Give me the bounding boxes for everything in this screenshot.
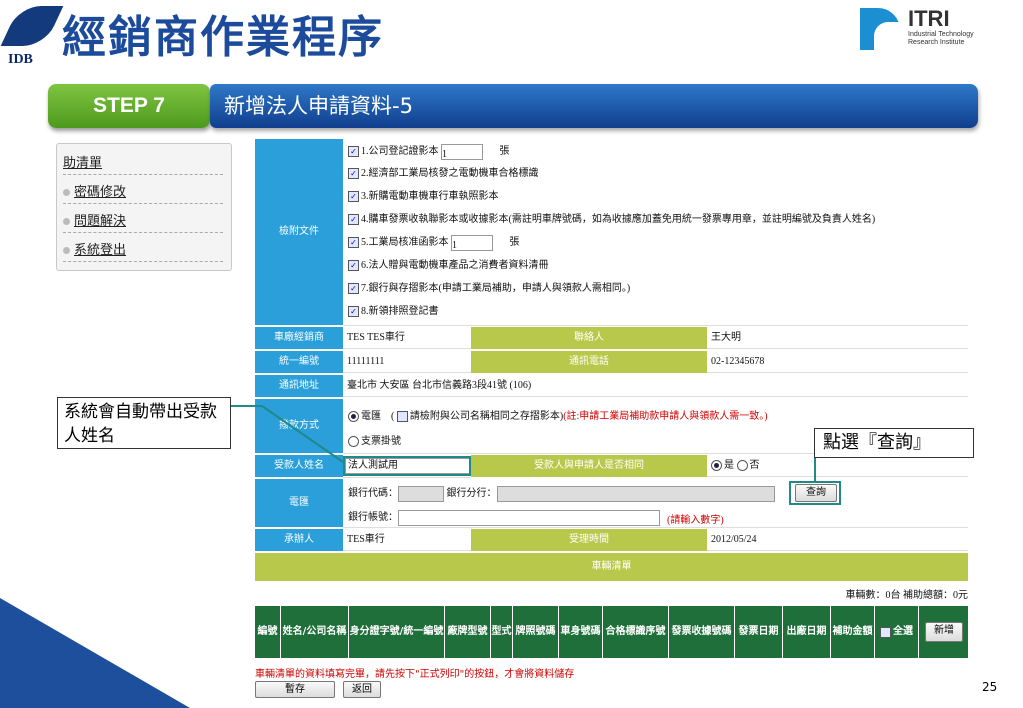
- auto-payee-callout: 系統會自動帶出受款人姓名: [57, 397, 231, 449]
- corner-decoration: [0, 598, 190, 708]
- click-query-callout: 點選『查詢』: [814, 428, 974, 458]
